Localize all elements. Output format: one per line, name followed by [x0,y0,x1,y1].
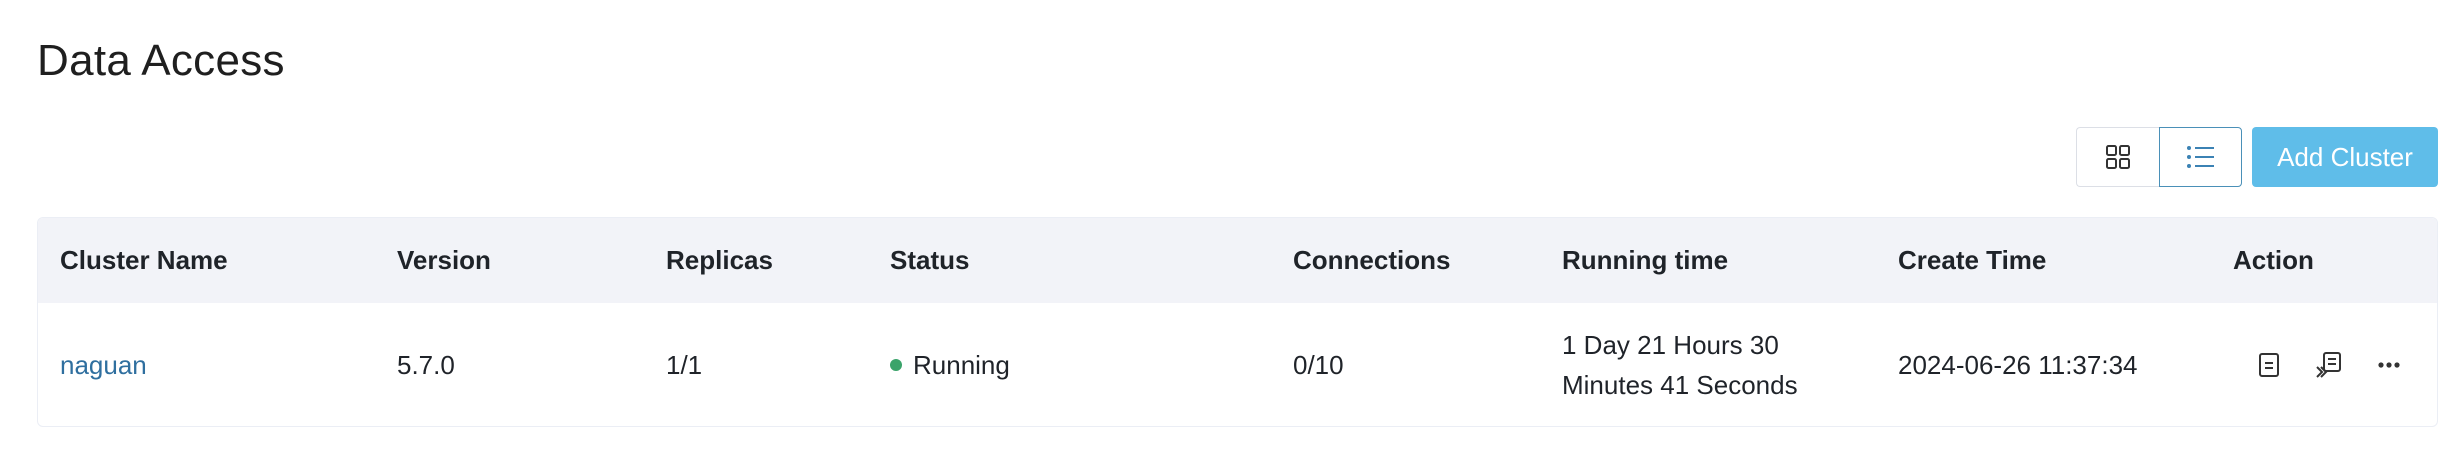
connections-cell: 0/10 [1293,349,1344,380]
column-header-action: Action [2233,245,2314,275]
column-header-cluster-name[interactable]: Cluster Name [60,218,228,303]
table-header: Cluster Name Version Replicas Status Con… [38,218,2437,303]
grid-icon [2106,145,2130,169]
status-label: Running [913,349,1010,380]
cluster-name-cell: naguan [60,303,147,426]
cluster-table: Cluster Name Version Replicas Status Con… [37,217,2438,427]
document-icon[interactable] [2239,335,2299,395]
table-row: naguan 5.7.0 1/1 Running 0/10 1 Day 21 H… [38,303,2437,426]
column-header-connections[interactable]: Connections [1293,218,1450,303]
column-header-running-time[interactable]: Running time [1562,218,1728,303]
running-time-line-1: 1 Day 21 Hours 30 [1562,330,1779,360]
create-time-cell: 2024-06-26 11:37:34 [1898,349,2138,380]
view-toggle [2076,127,2242,187]
page-title: Data Access [37,36,285,85]
column-header-version[interactable]: Version [397,218,491,303]
status-dot-icon [890,359,902,371]
version-cell: 5.7.0 [397,349,455,380]
column-header-replicas[interactable]: Replicas [666,218,773,303]
running-time-line-2: Minutes 41 Seconds [1562,370,1798,400]
column-header-status[interactable]: Status [890,218,969,303]
grid-view-button[interactable] [2076,127,2159,187]
import-icon[interactable] [2299,335,2359,395]
toolbar: Add Cluster [2076,127,2438,187]
action-cell [2239,303,2419,426]
replicas-cell: 1/1 [666,349,703,380]
running-time-cell: 1 Day 21 Hours 30 Minutes 41 Seconds [1562,303,1862,426]
column-header-create-time[interactable]: Create Time [1898,218,2046,303]
more-icon[interactable] [2359,335,2419,395]
add-cluster-button[interactable]: Add Cluster [2252,127,2438,187]
list-view-button[interactable] [2159,127,2242,187]
status-cell: Running [890,303,1010,426]
list-icon [2186,146,2214,168]
cluster-name-link[interactable]: naguan [60,350,147,381]
